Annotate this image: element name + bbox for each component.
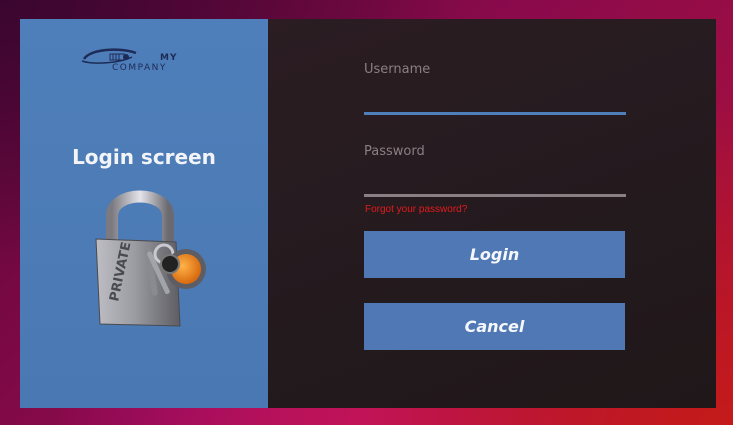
logo-text-my: MY — [160, 53, 178, 63]
company-logo: MY COMPANY — [80, 41, 190, 75]
padlock-icon: PRIVATE — [95, 190, 206, 327]
page-title: Login screen — [72, 145, 216, 169]
logo-text-company: COMPANY — [112, 63, 167, 73]
username-label: Username — [364, 62, 431, 77]
login-form-panel: Username Password Forgot your password? … — [268, 19, 716, 408]
forgot-password-link[interactable]: Forgot your password? — [365, 204, 467, 215]
password-label: Password — [364, 144, 425, 159]
username-underline — [364, 112, 626, 115]
cancel-button[interactable]: Cancel — [364, 303, 625, 350]
password-input[interactable] — [364, 166, 626, 194]
password-underline — [364, 194, 626, 197]
login-button[interactable]: Login — [364, 231, 625, 278]
username-input[interactable] — [364, 84, 626, 112]
branding-panel: MY COMPANY Login screen PRIVATE — [20, 19, 268, 408]
login-window: MY COMPANY Login screen PRIVATE Username… — [20, 19, 716, 408]
